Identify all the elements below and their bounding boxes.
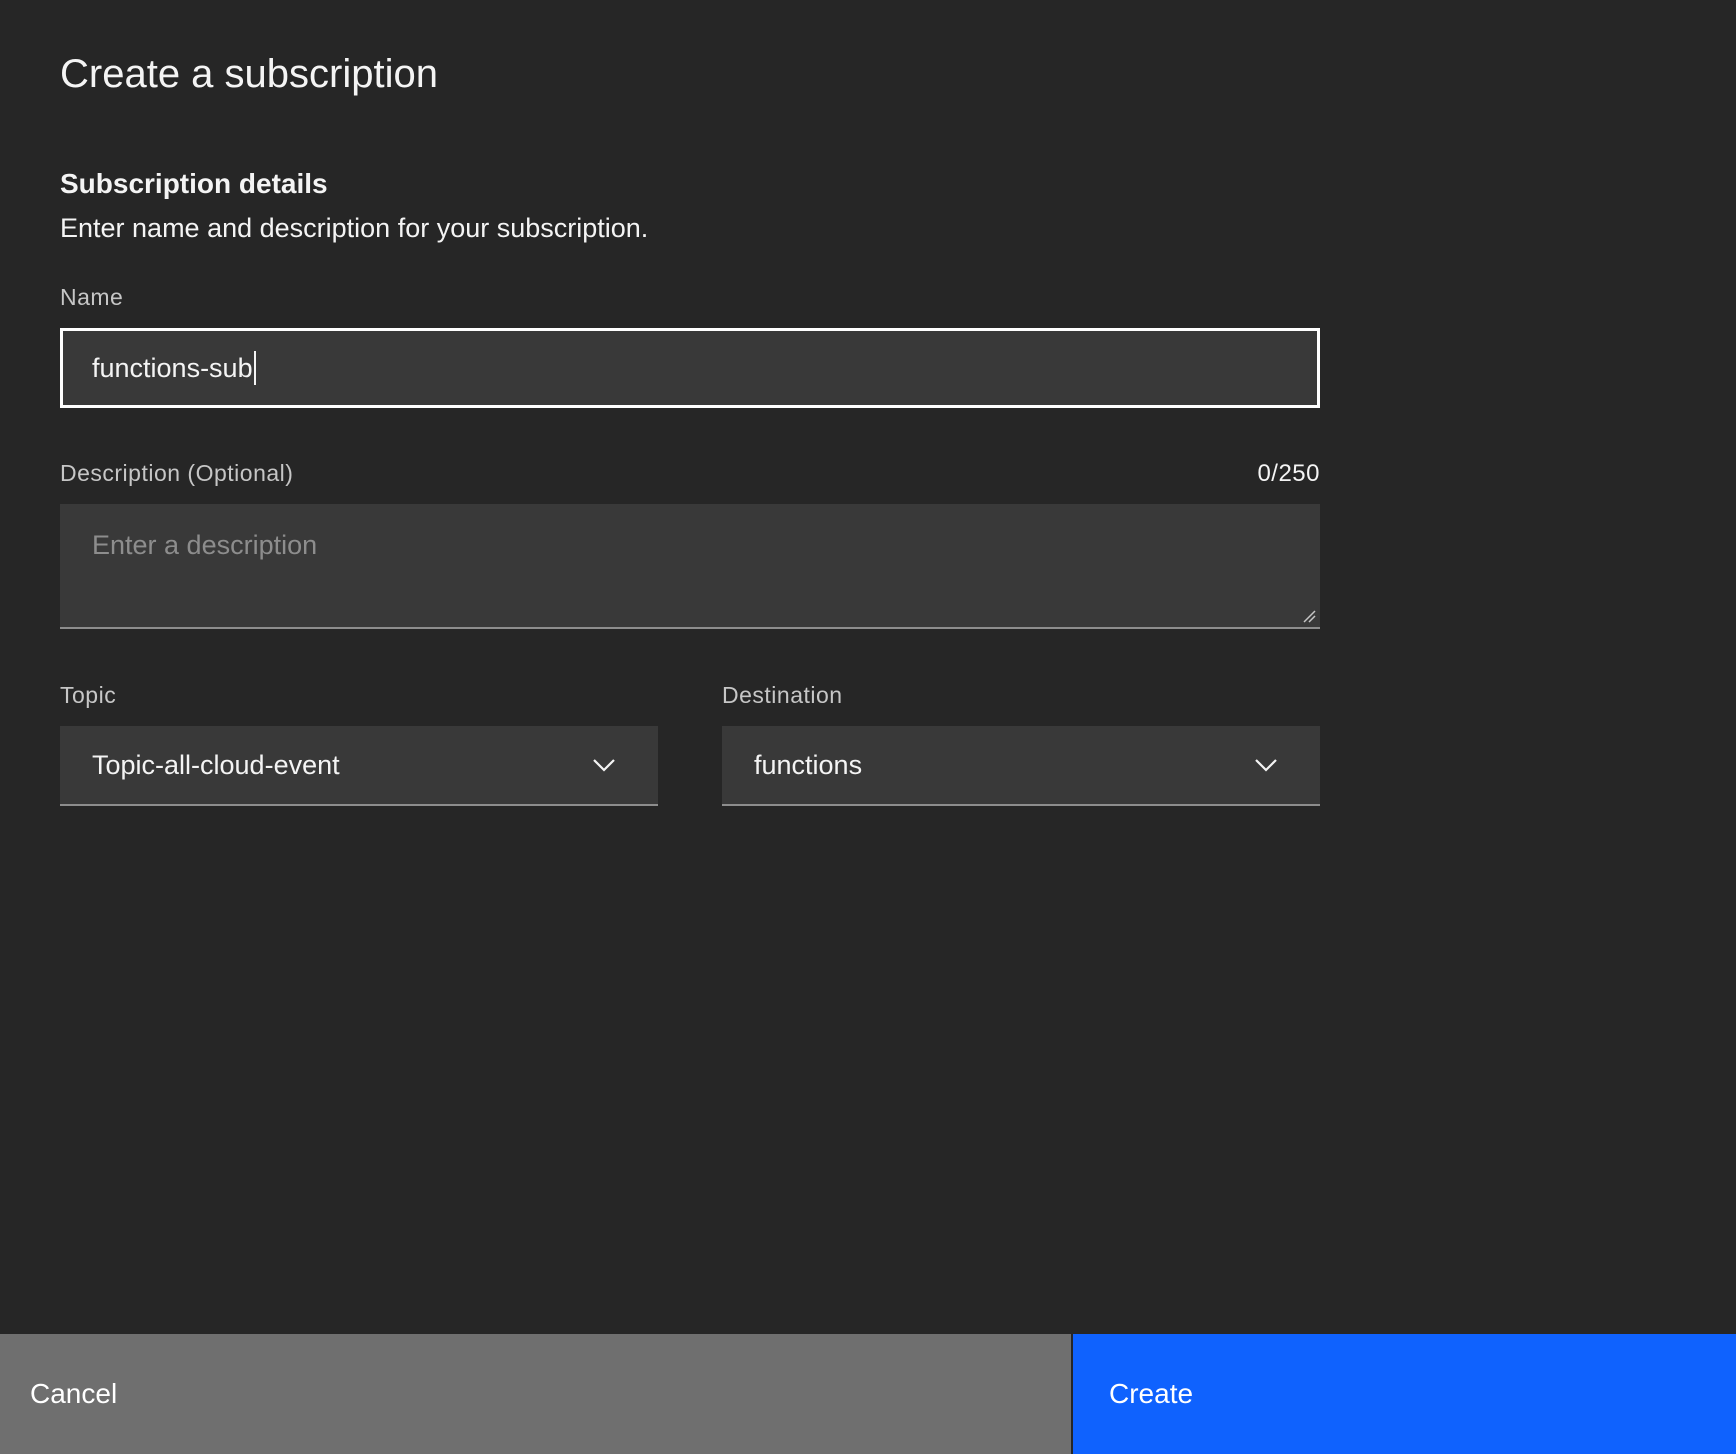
topic-selected-value: Topic-all-cloud-event — [92, 749, 340, 780]
cancel-button[interactable]: Cancel — [0, 1334, 1073, 1454]
description-char-counter: 0/250 — [1257, 460, 1320, 487]
modal-title: Create a subscription — [60, 52, 438, 96]
resize-handle-icon[interactable] — [1302, 609, 1316, 623]
modal-footer: Cancel Create — [0, 1334, 1736, 1454]
create-subscription-modal: Create a subscription Subscription detai… — [0, 0, 1736, 1454]
chevron-down-icon — [1255, 759, 1277, 772]
cancel-button-label: Cancel — [30, 1378, 118, 1409]
text-cursor — [253, 351, 256, 385]
section-heading: Subscription details — [60, 168, 328, 199]
description-textarea[interactable]: Enter a description — [60, 504, 1320, 629]
name-label: Name — [60, 284, 124, 310]
name-input[interactable]: functions-sub — [60, 328, 1320, 408]
destination-selected-value: functions — [754, 749, 863, 780]
description-placeholder: Enter a description — [92, 530, 318, 560]
destination-label: Destination — [722, 682, 843, 708]
topic-label: Topic — [60, 682, 117, 708]
destination-dropdown[interactable]: functions — [722, 726, 1320, 806]
name-input-value: functions-sub — [92, 352, 253, 383]
chevron-down-icon — [593, 759, 615, 772]
description-label: Description (Optional) — [60, 460, 294, 486]
topic-dropdown[interactable]: Topic-all-cloud-event — [60, 726, 658, 806]
create-button[interactable]: Create — [1073, 1334, 1736, 1454]
section-description: Enter name and description for your subs… — [60, 213, 649, 243]
create-button-label: Create — [1109, 1378, 1194, 1409]
